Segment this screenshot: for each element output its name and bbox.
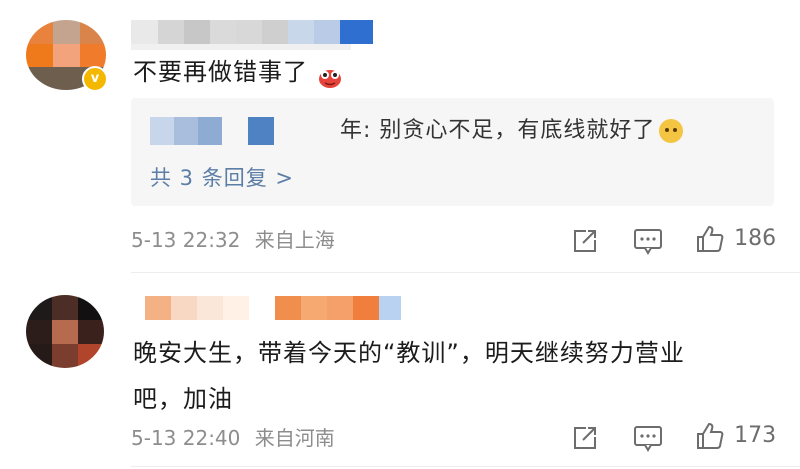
comment-meta: 5-13 22:32 来自上海 bbox=[131, 225, 335, 255]
share-icon bbox=[574, 230, 596, 252]
comment-button[interactable] bbox=[633, 424, 663, 456]
username-pixelated[interactable] bbox=[131, 20, 373, 44]
location: 来自上海 bbox=[254, 228, 335, 252]
share-icon bbox=[574, 427, 596, 449]
timestamp: 5-13 22:32 bbox=[131, 228, 241, 252]
reply-text-content: 年: 别贪心不足，有底线就好了 bbox=[340, 118, 656, 143]
thumbs-up-icon bbox=[697, 422, 724, 449]
reply-username-pixelated[interactable] bbox=[150, 117, 320, 145]
like-count: 173 bbox=[734, 423, 777, 448]
comment-divider bbox=[131, 466, 800, 467]
reply-text: 年: 别贪心不足，有底线就好了 bbox=[340, 113, 684, 149]
comment-text-content: 不要再做错事了 bbox=[133, 58, 308, 86]
like-count: 186 bbox=[734, 226, 777, 251]
doge-emoji-icon bbox=[659, 119, 684, 143]
username-pixel-strip bbox=[131, 44, 351, 50]
emoji-icon bbox=[317, 61, 343, 88]
share-button[interactable] bbox=[571, 424, 599, 456]
share-button[interactable] bbox=[571, 227, 599, 259]
comment-text: 晚安大生，带着今天的“教训”，明天继续努力营业 吧，加油 bbox=[133, 333, 783, 419]
view-replies-link[interactable]: 共 3 条回复 > bbox=[150, 160, 294, 196]
thumbs-up-icon bbox=[697, 225, 724, 252]
comment-divider bbox=[131, 272, 800, 273]
comment-button[interactable] bbox=[633, 227, 663, 259]
comment-text-line: 晚安大生，带着今天的“教训”，明天继续努力营业 bbox=[133, 339, 685, 367]
comment-text: 不要再做错事了 bbox=[133, 52, 343, 92]
like-button[interactable]: 173 bbox=[695, 421, 776, 451]
verified-badge-icon: v bbox=[82, 66, 108, 92]
timestamp: 5-13 22:40 bbox=[131, 426, 241, 450]
location: 来自河南 bbox=[254, 426, 335, 450]
comment-meta: 5-13 22:40 来自河南 bbox=[131, 423, 335, 453]
avatar-pixelated[interactable] bbox=[26, 295, 104, 368]
comment-icon bbox=[634, 426, 662, 452]
like-button[interactable]: 186 bbox=[695, 224, 776, 254]
comment-text-line: 吧，加油 bbox=[133, 385, 233, 413]
username-pixelated[interactable] bbox=[131, 296, 401, 320]
comment-icon bbox=[634, 229, 662, 255]
